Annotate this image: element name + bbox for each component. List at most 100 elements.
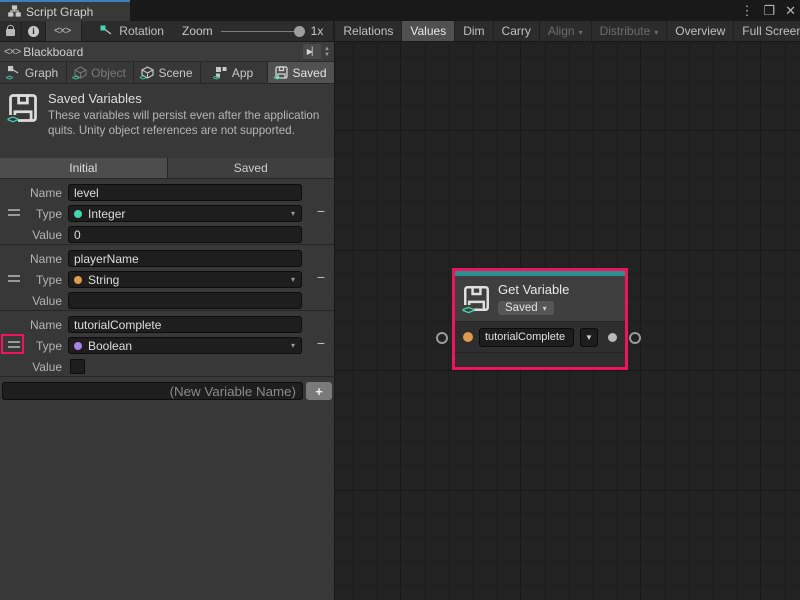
saved-variable-icon: <> xyxy=(463,285,490,312)
remove-variable-button[interactable]: − xyxy=(317,335,325,351)
align-dropdown-icon: ▾ xyxy=(579,28,583,37)
window-controls: ⋮ ❐ ✕ xyxy=(740,0,796,21)
zoom-value: 1x xyxy=(311,24,324,38)
kind-caret-icon: ▾ xyxy=(543,304,547,313)
blackboard-panel: <×> Blackboard ▶▏ ▲ ▼ <> Graph xyxy=(0,42,335,600)
values-label: Values xyxy=(410,24,446,38)
value-label: Value xyxy=(0,228,68,242)
name-input-port[interactable] xyxy=(463,332,473,342)
variable-name-input[interactable] xyxy=(68,316,302,333)
script-graph-window: Script Graph ⋮ ❐ ✕ i <×> Rotation Zoom xyxy=(0,0,800,600)
variable-row-level: Name Type Integer ▾ Value − xyxy=(0,179,334,245)
value-output-port[interactable] xyxy=(608,333,617,342)
dock-panel-button[interactable]: ▶▏ xyxy=(303,44,321,59)
name-label: Name xyxy=(0,252,68,266)
tab-script-graph[interactable]: Script Graph xyxy=(0,0,130,21)
dim-button[interactable]: Dim xyxy=(455,21,493,41)
saved-values-tab-label: Saved xyxy=(234,161,268,175)
variable-picker-button[interactable]: ▼ xyxy=(580,328,598,347)
variable-name-input[interactable] xyxy=(68,250,302,267)
variable-type-dropdown[interactable]: String ▾ xyxy=(68,271,302,288)
variable-value-input[interactable] xyxy=(68,292,302,309)
maximize-icon[interactable]: ❐ xyxy=(763,3,775,19)
variable-value-checkbox[interactable] xyxy=(70,359,85,374)
variable-name-value: tutorialComplete xyxy=(485,331,565,343)
graph-canvas[interactable]: <> Get Variable Saved ▾ tutorialComplete… xyxy=(335,42,800,600)
tab-initial[interactable]: Initial xyxy=(0,158,168,178)
blackboard-title: Blackboard xyxy=(23,45,83,59)
node-header[interactable]: <> Get Variable Saved ▾ xyxy=(455,276,625,321)
info-description: These variables will persist even after … xyxy=(48,108,326,138)
values-button[interactable]: Values xyxy=(402,21,455,41)
saved-tab-icon: <> xyxy=(275,66,288,79)
initial-tab-label: Initial xyxy=(69,161,97,175)
variable-name-input[interactable] xyxy=(68,184,302,201)
add-variable-button[interactable]: + xyxy=(306,382,332,400)
drag-handle-icon[interactable] xyxy=(8,275,20,282)
dropdown-caret-icon: ▾ xyxy=(291,209,295,218)
tab-title: Script Graph xyxy=(26,5,93,19)
object-tab-label: Object xyxy=(91,66,126,80)
value-mode-tabs: Initial Saved xyxy=(0,158,334,179)
variable-type-dropdown[interactable]: Boolean ▾ xyxy=(68,337,302,354)
tab-saved[interactable]: <> Saved xyxy=(268,62,334,83)
lock-icon xyxy=(6,29,15,36)
info-title: Saved Variables xyxy=(48,91,326,106)
drag-handle-icon[interactable] xyxy=(8,209,20,216)
variable-kind-dropdown[interactable]: Saved ▾ xyxy=(498,301,554,315)
variable-row-tutorialcomplete: Name Type Boolean ▾ Value − xyxy=(0,311,334,377)
new-variable-row: + xyxy=(0,377,334,401)
relations-button[interactable]: Relations xyxy=(335,21,402,41)
tab-saved-values[interactable]: Saved xyxy=(168,158,335,178)
app-tab-label: App xyxy=(232,66,253,80)
type-color-dot xyxy=(74,210,82,218)
overview-label: Overview xyxy=(675,24,725,38)
zoom-slider-handle[interactable] xyxy=(294,26,305,37)
remove-variable-button[interactable]: − xyxy=(317,269,325,285)
distribute-label: Distribute xyxy=(600,24,651,38)
align-label: Align xyxy=(548,24,575,38)
variable-kind-value: Saved xyxy=(505,302,538,314)
code-view-toggle[interactable]: <×> xyxy=(46,21,82,41)
variable-name-field[interactable]: tutorialComplete xyxy=(479,328,574,347)
full-screen-button[interactable]: Full Screen xyxy=(734,21,800,41)
node-title: Get Variable xyxy=(498,282,569,297)
node-body: tutorialComplete ▼ xyxy=(455,321,625,352)
zoom-slider[interactable] xyxy=(221,31,303,32)
panel-spinners[interactable]: ▲ ▼ xyxy=(324,46,330,58)
lock-button[interactable] xyxy=(0,21,22,41)
get-variable-node[interactable]: <> Get Variable Saved ▾ tutorialComplete… xyxy=(452,268,628,370)
type-value: Integer xyxy=(88,207,125,221)
scene-tab-icon: <> xyxy=(141,66,154,79)
script-graph-icon xyxy=(8,5,21,18)
remove-variable-button[interactable]: − xyxy=(317,203,325,219)
rotation-control[interactable]: Rotation xyxy=(92,21,172,41)
name-label: Name xyxy=(0,186,68,200)
value-label: Value xyxy=(0,360,68,374)
node-right-connection-port[interactable] xyxy=(629,332,641,344)
tab-graph[interactable]: <> Graph xyxy=(0,62,67,83)
distribute-button: Distribute ▾ xyxy=(592,21,668,41)
tab-app[interactable]: <> App xyxy=(201,62,268,83)
variable-row-playername: Name Type String ▾ Value − xyxy=(0,245,334,311)
code-icon: <×> xyxy=(54,25,70,37)
dropdown-caret-icon: ▾ xyxy=(291,275,295,284)
value-label: Value xyxy=(0,294,68,308)
name-label: Name xyxy=(0,318,68,332)
type-color-dot xyxy=(74,342,82,350)
saved-variables-icon: <> xyxy=(8,93,38,123)
variable-value-input[interactable] xyxy=(68,226,302,243)
menu-icon[interactable]: ⋮ xyxy=(740,3,753,19)
info-button[interactable]: i xyxy=(22,21,46,41)
overview-button[interactable]: Overview xyxy=(667,21,734,41)
carry-button[interactable]: Carry xyxy=(494,21,540,41)
node-left-connection-port[interactable] xyxy=(436,332,448,344)
type-color-dot xyxy=(74,276,82,284)
new-variable-input[interactable] xyxy=(2,382,303,400)
blackboard-header: <×> Blackboard ▶▏ ▲ ▼ xyxy=(0,42,334,62)
spinner-down-icon[interactable]: ▼ xyxy=(324,52,330,58)
close-icon[interactable]: ✕ xyxy=(785,3,796,19)
tab-scene[interactable]: <> Scene xyxy=(134,62,201,83)
variable-type-dropdown[interactable]: Integer ▾ xyxy=(68,205,302,222)
graph-toolbar: i <×> Rotation Zoom 1x Relations Values … xyxy=(0,21,800,42)
